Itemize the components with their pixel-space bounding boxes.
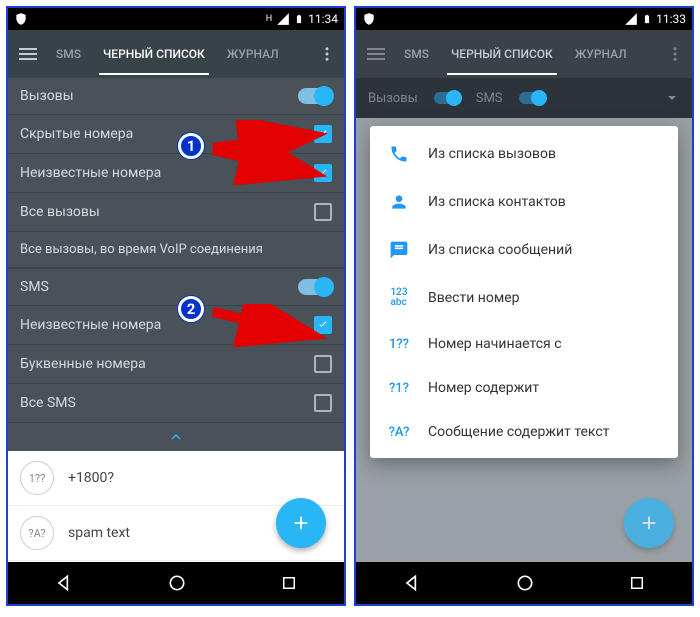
menu-contains[interactable]: ?1? Номер содержит [370,366,678,410]
clock: 11:33 [656,12,686,26]
tab-sms[interactable]: SMS [52,33,85,75]
row-all-calls-voip[interactable]: Все вызовы, во время VoIP соединения [8,232,344,268]
menu-icon[interactable] [364,42,388,66]
label: Скрытые номера [20,126,133,142]
recent-icon[interactable] [628,574,646,592]
label: Все SMS [20,395,76,411]
phone-left: H 11:34 SMS ЧЕРНЫЙ СПИСОК ЖУРНАЛ Вызовы … [6,6,346,606]
label: Неизвестные номера [20,165,161,181]
entry-value: spam text [68,525,130,541]
calls-label: Вызовы [20,88,74,104]
calls-toggle[interactable] [298,88,332,104]
home-icon[interactable] [167,573,187,593]
status-bar: H 11:34 [8,8,344,30]
pattern-icon: 1?? [20,461,54,495]
text-pattern-icon: ?A? [20,516,54,550]
plus-icon [638,512,660,534]
recent-icon[interactable] [280,574,298,592]
phone-right: 11:33 SMS ЧЕРНЫЙ СПИСОК ЖУРНАЛ Вызовы SM… [354,6,694,606]
menu-msg-contains[interactable]: ?A? Сообщение содержит текст [370,410,678,454]
tabs: SMS ЧЕРНЫЙ СПИСОК ЖУРНАЛ [52,33,283,75]
text-contains-icon: ?A? [388,425,410,440]
annotation-badge-2: 2 [178,296,204,322]
collapse-button[interactable] [8,423,344,451]
chevron-down-icon[interactable] [664,90,680,106]
filter-subbar: Вызовы SMS [356,78,692,118]
keypad-icon: 123 abc [388,288,410,308]
menu-label: Из списка вызовов [428,146,556,162]
entry-value: +1800? [68,470,114,486]
checkbox[interactable] [314,355,332,373]
annotation-badge-1: 1 [178,133,204,159]
label: Все вызовы, во время VoIP соединения [20,242,263,257]
tab-journal[interactable]: ЖУРНАЛ [571,33,631,75]
battery-icon [294,12,304,26]
app-bar: SMS ЧЕРНЫЙ СПИСОК ЖУРНАЛ [8,30,344,78]
signal-icon [624,12,638,26]
shield-icon [14,12,28,26]
nav-bar [8,562,344,604]
tab-blacklist[interactable]: ЧЕРНЫЙ СПИСОК [99,33,209,75]
home-icon[interactable] [515,573,535,593]
calls-toggle[interactable] [434,92,460,104]
checkbox[interactable] [314,394,332,412]
menu-label: Номер содержит [428,380,539,396]
label: Буквенные номера [20,356,146,372]
tabs: SMS ЧЕРНЫЙ СПИСОК ЖУРНАЛ [400,33,631,75]
tab-blacklist[interactable]: ЧЕРНЫЙ СПИСОК [447,33,557,75]
menu-starts-with[interactable]: 1?? Номер начинается с [370,322,678,366]
list-item[interactable]: 1?? +1800? [8,451,344,506]
menu-from-contacts[interactable]: Из списка контактов [370,178,678,226]
app-bar: SMS ЧЕРНЫЙ СПИСОК ЖУРНАЛ [356,30,692,78]
back-icon[interactable] [54,573,74,593]
starts-with-icon: 1?? [388,337,410,352]
signal-icon [276,12,290,26]
subbar-sms-label: SMS [476,91,503,106]
menu-label: Из списка сообщений [428,242,572,258]
menu-enter-number[interactable]: 123 abc Ввести номер [370,274,678,322]
chevron-up-icon [167,428,185,446]
arrow-1b [208,140,328,200]
tab-journal[interactable]: ЖУРНАЛ [223,33,283,75]
shield-icon [362,12,376,26]
menu-icon[interactable] [16,42,40,66]
back-icon[interactable] [402,573,422,593]
menu-label: Из списка контактов [428,194,566,210]
sms-group-header[interactable]: SMS [8,268,344,306]
phone-icon [388,144,410,164]
add-menu: Из списка вызовов Из списка контактов Из… [370,126,678,458]
row-sms-all[interactable]: Все SMS [8,384,344,423]
checkbox[interactable] [314,203,332,221]
clock: 11:34 [308,12,338,26]
menu-from-messages[interactable]: Из списка сообщений [370,226,678,274]
sms-toggle[interactable] [298,279,332,295]
menu-label: Ввести номер [428,290,520,306]
arrow-2 [208,304,328,354]
subbar-calls-label: Вызовы [368,91,418,106]
nav-bar [356,562,692,604]
network-label: H [266,14,272,24]
dimmed-body: Из списка вызовов Из списка контактов Из… [356,118,692,562]
sms-label: SMS [20,279,49,295]
sms-toggle[interactable] [519,92,545,104]
battery-icon [642,12,652,26]
tab-sms[interactable]: SMS [400,33,433,75]
fab-add[interactable] [624,498,674,548]
fab-add[interactable] [276,498,326,548]
calls-group-header[interactable]: Вызовы [8,78,344,115]
label: Неизвестные номера [20,317,161,333]
label: Все вызовы [20,204,100,220]
message-icon [388,240,410,260]
menu-label: Сообщение содержит текст [428,424,609,440]
overflow-icon[interactable] [318,45,336,63]
contains-icon: ?1? [388,381,410,396]
status-bar: 11:33 [356,8,692,30]
overflow-icon[interactable] [666,45,684,63]
person-icon [388,192,410,212]
menu-label: Номер начинается с [428,336,562,352]
menu-from-calls[interactable]: Из списка вызовов [370,130,678,178]
plus-icon [290,512,312,534]
